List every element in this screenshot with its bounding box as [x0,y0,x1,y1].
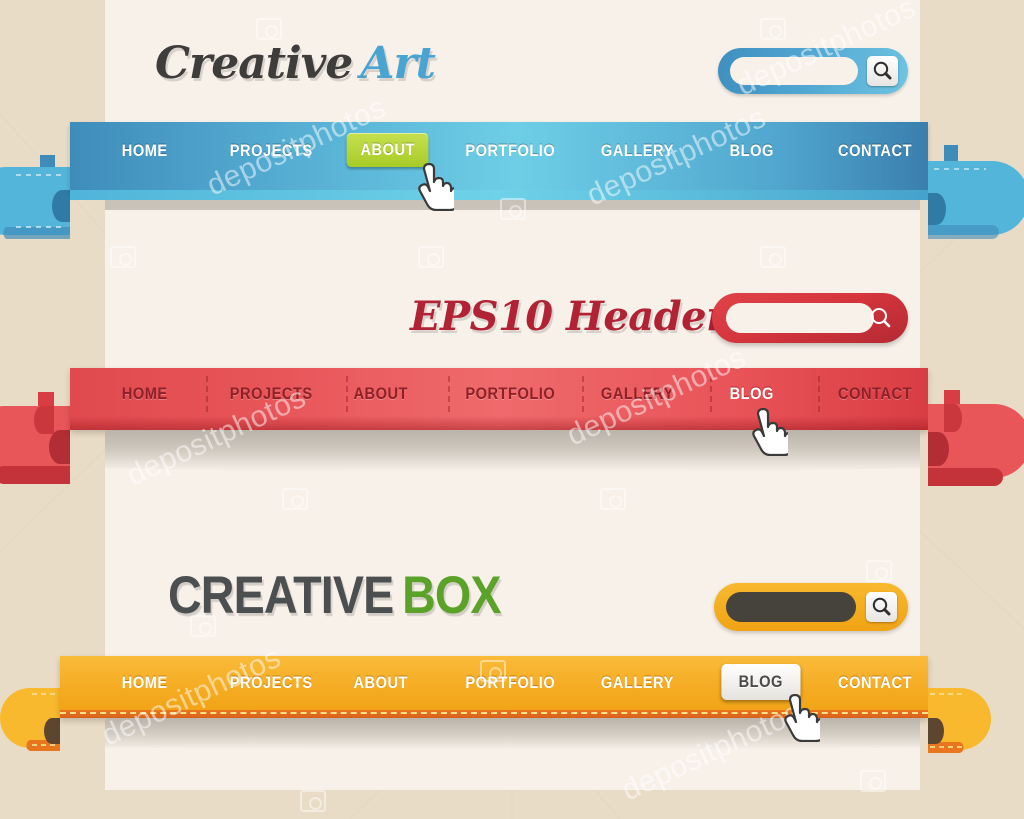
nav-red: HOME PROJECTS ABOUT PORTFOLIO GALLERY BL… [118,376,918,418]
nav-item-gallery[interactable]: GALLERY [601,141,674,161]
nav-divider [582,376,584,412]
nav-item-blog[interactable]: BLOG [730,141,774,161]
nav-item-about[interactable]: ABOUT [353,384,408,404]
nav-divider [818,376,820,412]
search-icon [872,597,891,616]
search-button-red[interactable] [868,305,894,331]
search-button-blue[interactable] [867,56,898,86]
search-box-red[interactable] [712,293,908,343]
search-input-red[interactable] [726,303,874,333]
logo-creative-art: Creative Art [155,38,436,89]
ribbon-tail-right-orange [928,656,991,753]
nav-item-home[interactable]: HOME [122,141,168,161]
logo-word-accent: BOX [402,566,501,625]
search-icon [871,308,891,328]
nav-orange: HOME PROJECTS ABOUT PORTFOLIO GALLERY BL… [118,664,918,707]
ribbon-underline-blue [70,190,928,200]
nav-item-blog[interactable]: BLOG [730,384,774,404]
search-box-blue[interactable] [718,48,908,94]
ribbon-red: HOME PROJECTS ABOUT PORTFOLIO GALLERY BL… [0,360,1024,530]
ribbon-swoop-orange [105,718,920,750]
nav-item-projects[interactable]: PROJECTS [230,673,313,693]
ribbon-tail-right-blue [928,122,1024,239]
nav-item-contact[interactable]: CONTACT [838,384,912,404]
nav-item-projects[interactable]: PROJECTS [230,384,313,404]
nav-item-portfolio[interactable]: PORTFOLIO [465,673,555,693]
ribbon-orange: HOME PROJECTS ABOUT PORTFOLIO GALLERY BL… [0,648,1024,778]
nav-blue: HOME PROJECTS ABOUT PORTFOLIO GALLERY BL… [118,133,918,175]
logo-word-primary: CREATIVE [168,566,394,625]
nav-item-blog[interactable]: BLOG [721,664,801,700]
nav-item-projects[interactable]: PROJECTS [230,141,313,161]
logo-eps10-header: EPS10 Header [410,293,727,340]
page-root: Creative Art HOME PROJECTS ABOUT PORTFOL… [0,0,1024,819]
search-icon [873,61,892,80]
ribbon-swoop-red [105,430,920,472]
nav-item-contact[interactable]: CONTACT [838,141,912,161]
nav-item-home[interactable]: HOME [122,384,168,404]
logo-word-accent: Art [360,38,436,89]
search-input-blue[interactable] [730,57,858,85]
nav-item-portfolio[interactable]: PORTFOLIO [465,384,555,404]
ribbon-shadow-blue [105,200,920,210]
nav-divider [346,376,348,412]
nav-item-gallery[interactable]: GALLERY [601,384,674,404]
ribbon-blue: HOME PROJECTS ABOUT PORTFOLIO GALLERY BL… [0,115,1024,265]
logo-creative-box: CREATIVE BOX [168,565,501,626]
nav-divider [710,376,712,412]
logo-word-primary: Creative [155,38,353,89]
logo-eps-text: EPS10 Header [410,293,727,340]
nav-item-contact[interactable]: CONTACT [838,673,912,693]
search-button-orange[interactable] [866,592,897,622]
nav-divider [448,376,450,412]
nav-divider [206,376,208,412]
watermark-logo-icon [300,790,326,812]
search-box-orange[interactable] [714,583,908,631]
ribbon-stitch-orange [60,710,928,718]
nav-item-home[interactable]: HOME [122,673,168,693]
nav-item-about[interactable]: ABOUT [353,673,408,693]
nav-item-about[interactable]: ABOUT [346,133,429,167]
search-input-orange[interactable] [726,592,856,622]
nav-item-gallery[interactable]: GALLERY [601,673,674,693]
nav-item-portfolio[interactable]: PORTFOLIO [465,141,555,161]
